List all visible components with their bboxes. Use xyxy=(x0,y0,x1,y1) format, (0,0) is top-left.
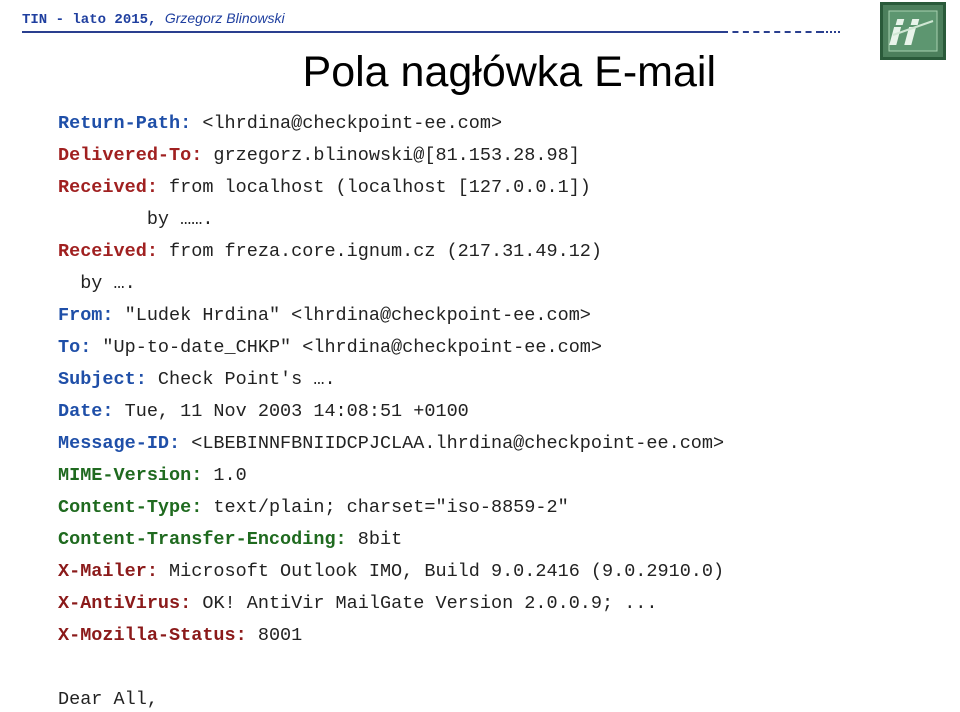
header-field-line: From: "Ludek Hrdina" <lhrdina@checkpoint… xyxy=(58,304,591,328)
header-field-line: Subject: Check Point's …. xyxy=(58,368,336,392)
header-field-line: Received: from freza.core.ignum.cz (217.… xyxy=(58,240,602,264)
header-field-name: Date: xyxy=(58,401,114,422)
header-field-value: from localhost (localhost [127.0.0.1]) xyxy=(157,177,591,198)
header-field-name: Content-Transfer-Encoding: xyxy=(58,529,347,550)
header-field-value: <lhrdina@checkpoint-ee.com> xyxy=(191,113,503,134)
header-field-name: Return-Path: xyxy=(58,113,192,134)
header-field-line: Date: Tue, 11 Nov 2003 14:08:51 +0100 xyxy=(58,400,469,424)
header-field-value: OK! AntiVir MailGate Version 2.0.0.9; ..… xyxy=(191,593,658,614)
header-field-line: X-AntiVirus: OK! AntiVir MailGate Versio… xyxy=(58,592,658,616)
course-caption: TIN - lato 2015, Grzegorz Blinowski xyxy=(22,10,285,28)
header-field-value: Microsoft Outlook IMO, Build 9.0.2416 (9… xyxy=(157,561,725,582)
header-field-name: From: xyxy=(58,305,114,326)
header-field-name: X-Mozilla-Status: xyxy=(58,625,247,646)
header-rule-dashed xyxy=(722,31,822,33)
header-field-name: Message-ID: xyxy=(58,433,181,454)
header-field-value: grzegorz.blinowski@[81.153.28.98] xyxy=(202,145,580,166)
header-field-value: "Ludek Hrdina" <lhrdina@checkpoint-ee.co… xyxy=(113,305,591,326)
header-field-line: Message-ID: <LBEBINNFBNIIDCPJCLAA.lhrdin… xyxy=(58,432,724,456)
header-field-value: from freza.core.ignum.cz (217.31.49.12) xyxy=(157,241,602,262)
header-field-value: by …. xyxy=(58,273,136,294)
slide-title: Pola nagłówka E-mail xyxy=(302,48,716,96)
header-field-line: Delivered-To: grzegorz.blinowski@[81.153… xyxy=(58,144,580,168)
header-field-value: by ……. xyxy=(58,209,214,230)
header-rule-dotted xyxy=(822,31,840,33)
header-field-name: To: xyxy=(58,337,92,358)
header-field-name: Received: xyxy=(58,177,158,198)
course-label: TIN - lato 2015, xyxy=(22,12,157,28)
header-field-value: 8001 xyxy=(246,625,303,646)
header-field-name: MIME-Version: xyxy=(58,465,203,486)
header-field-name: Received: xyxy=(58,241,158,262)
header-field-name: Content-Type: xyxy=(58,497,203,518)
header-field-value: "Up-to-date_CHKP" <lhrdina@checkpoint-ee… xyxy=(91,337,602,358)
header-field-name: Delivered-To: xyxy=(58,145,203,166)
header-field-line: by …. xyxy=(58,272,136,296)
header-field-line: Content-Transfer-Encoding: 8bit xyxy=(58,528,402,552)
header-field-name: X-AntiVirus: xyxy=(58,593,192,614)
header-field-line: X-Mozilla-Status: 8001 xyxy=(58,624,302,648)
slide-title-wrap: Pola nagłówka E-mail xyxy=(0,48,946,97)
header-field-value: text/plain; charset="iso-8859-2" xyxy=(202,497,569,518)
header-field-line: To: "Up-to-date_CHKP" <lhrdina@checkpoin… xyxy=(58,336,602,360)
header-field-line: Dear All, xyxy=(58,688,158,712)
header-rule xyxy=(22,31,722,33)
author-name: Grzegorz Blinowski xyxy=(164,10,285,26)
header-field-name: X-Mailer: xyxy=(58,561,158,582)
header-field-line: MIME-Version: 1.0 xyxy=(58,464,247,488)
header-field-line: Return-Path: <lhrdina@checkpoint-ee.com> xyxy=(58,112,502,136)
header-field-value: Check Point's …. xyxy=(146,369,336,390)
header-field-line: by ……. xyxy=(58,208,214,232)
header-field-value: 1.0 xyxy=(202,465,247,486)
header-field-value: 8bit xyxy=(346,529,403,550)
header-field-value: <LBEBINNFBNIIDCPJCLAA.lhrdina@checkpoint… xyxy=(180,433,725,454)
header-field-name: Subject: xyxy=(58,369,147,390)
header-field-line: Content-Type: text/plain; charset="iso-8… xyxy=(58,496,569,520)
header-field-line: Received: from localhost (localhost [127… xyxy=(58,176,591,200)
header-field-line: X-Mailer: Microsoft Outlook IMO, Build 9… xyxy=(58,560,724,584)
header-field-value: Dear All, xyxy=(58,689,158,710)
slide-header: TIN - lato 2015, Grzegorz Blinowski xyxy=(0,0,960,40)
header-field-value: Tue, 11 Nov 2003 14:08:51 +0100 xyxy=(113,401,469,422)
